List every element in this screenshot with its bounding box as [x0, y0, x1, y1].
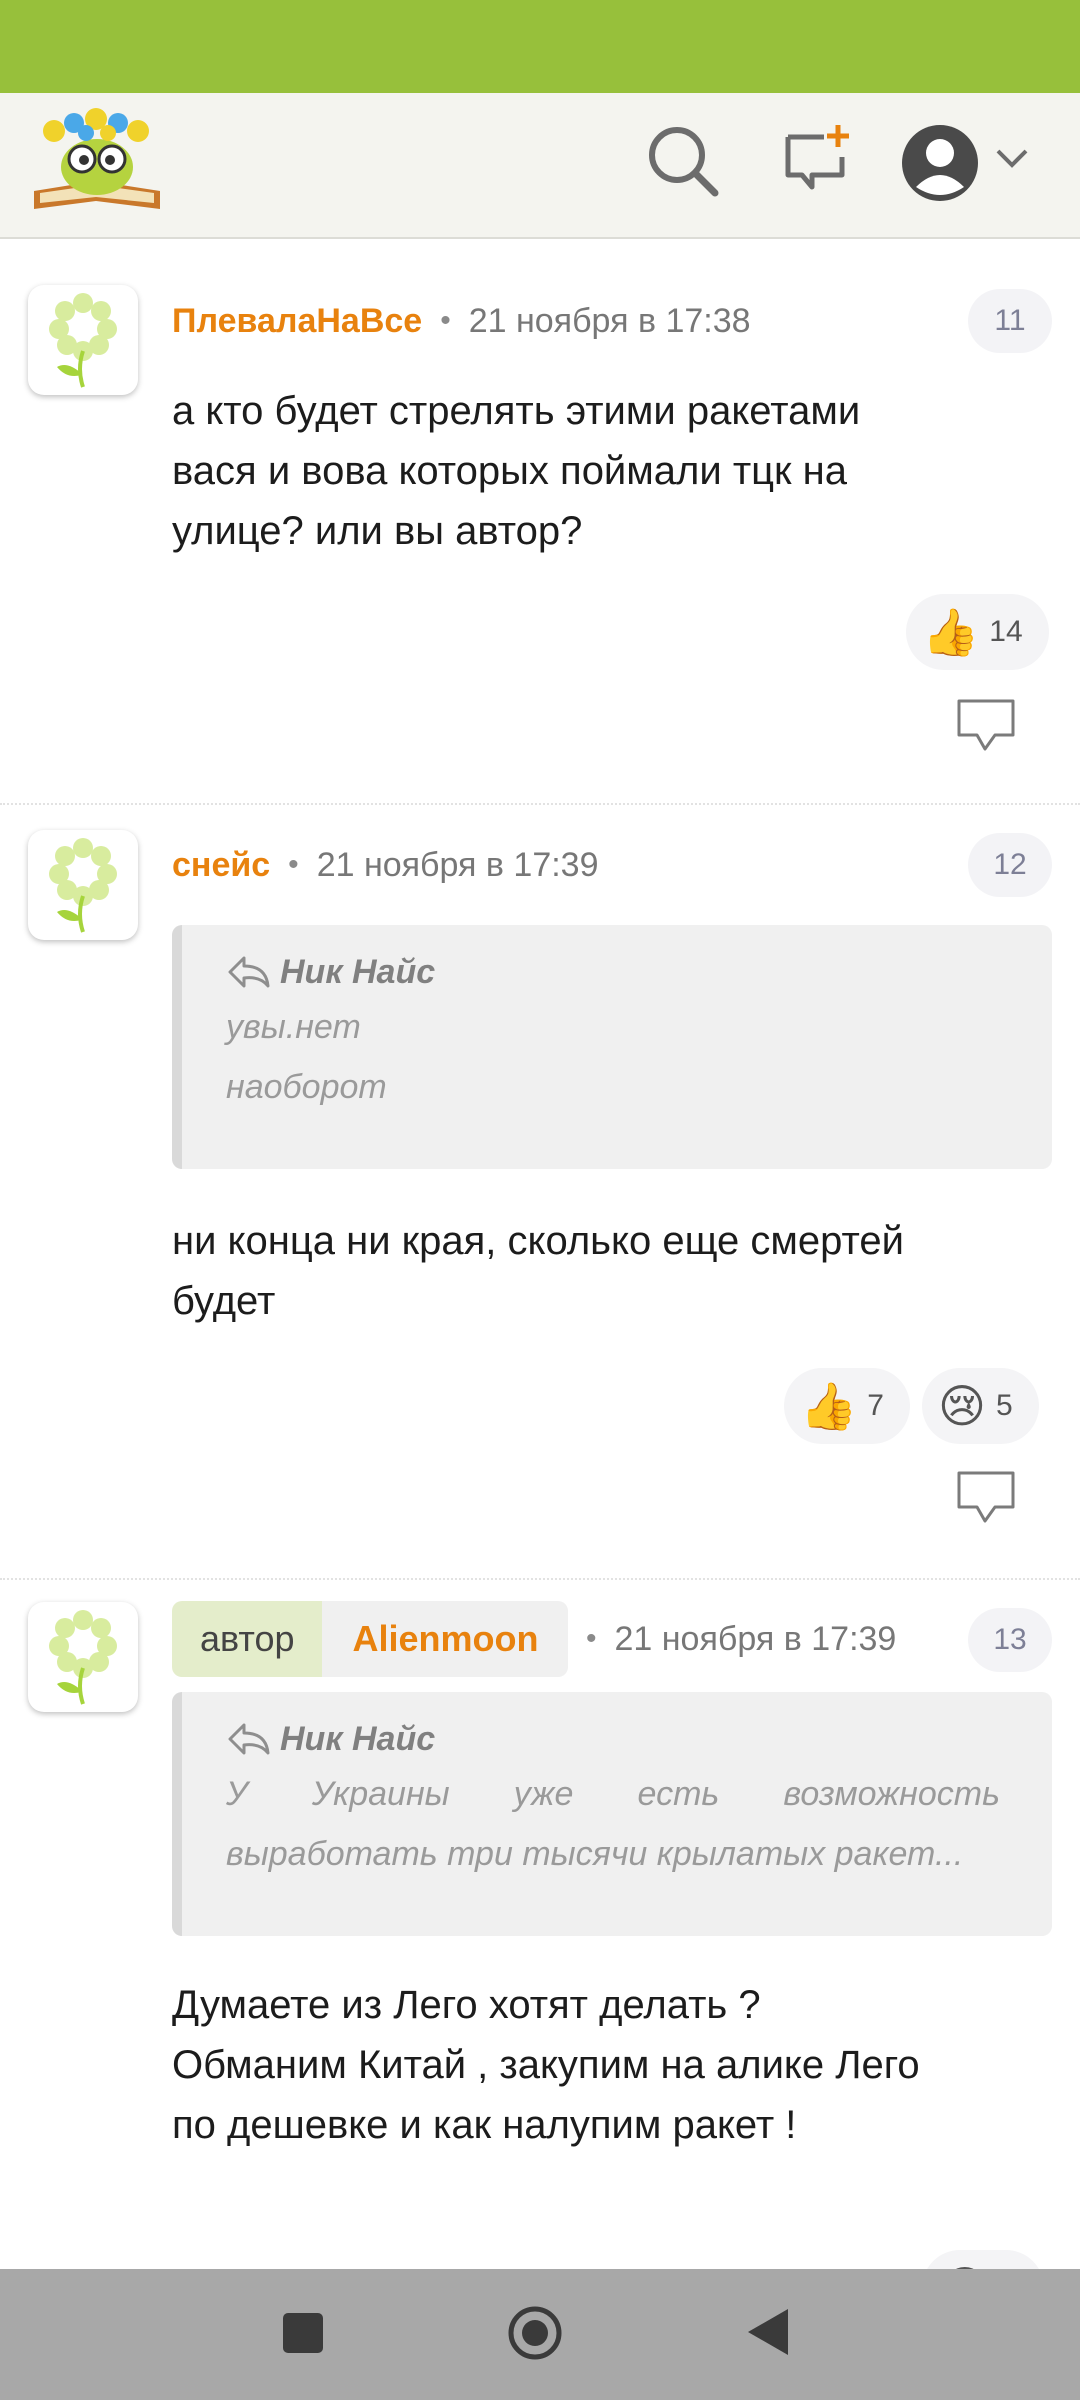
app-header [0, 93, 1080, 239]
quote-author: Ник Найс [226, 947, 1052, 997]
user-avatar-icon[interactable] [900, 123, 990, 203]
comment: автор Alienmoon • 21 ноября в 17:39 13 Н… [0, 1580, 1080, 2269]
quote-line: У Украины уже есть возможность [226, 1775, 1000, 1813]
author-badge[interactable]: автор Alienmoon [172, 1601, 569, 1677]
site-logo[interactable] [30, 107, 164, 217]
timestamp[interactable]: 21 ноября в 17:39 [615, 1620, 897, 1659]
quoted-reply[interactable]: Ник Найс У Украины уже есть возможность … [172, 1692, 1052, 1936]
reply-icon[interactable] [955, 697, 1017, 755]
quote-line: выработать три тысячи крылатых ракет... [226, 1835, 964, 1873]
thumbs-up-icon: 👍 [800, 1380, 858, 1432]
comment: снейс • 21 ноября в 17:39 12 Ник Найс ув… [0, 805, 1080, 1580]
author-name[interactable]: снейс [172, 846, 270, 885]
comment-meta: ПлевалаНаВсе • 21 ноября в 17:38 [172, 296, 751, 346]
comment-feed: ПлевалаНаВсе • 21 ноября в 17:38 11 а кт… [0, 239, 1080, 2269]
author-name[interactable]: ПлевалаНаВсе [172, 302, 422, 341]
avatar[interactable] [28, 1602, 138, 1712]
comment-text: а кто будет стрелять этими ракетами вася… [172, 389, 861, 553]
flower-icon [49, 293, 117, 388]
thumbs-up-icon: 👍 [922, 606, 980, 658]
home-icon[interactable] [507, 2305, 563, 2361]
comment-number[interactable]: 13 [968, 1608, 1052, 1672]
comment-text: Думаете из Лего хотят делать ? Обманим К… [172, 1983, 920, 2147]
reaction-button[interactable]: 😢 5 [922, 1368, 1039, 1444]
separator-dot: • [586, 1622, 597, 1655]
author-role-label: автор [172, 1601, 323, 1677]
new-post-icon[interactable] [780, 123, 852, 195]
timestamp[interactable]: 21 ноября в 17:38 [469, 302, 751, 341]
quote-author: Ник Найс [226, 1714, 1052, 1764]
flower-icon [49, 838, 117, 933]
back-icon[interactable] [748, 2309, 788, 2355]
comment-number[interactable]: 12 [968, 833, 1052, 897]
reply-icon[interactable] [955, 1469, 1017, 1527]
reaction-button[interactable]: 😂 7 [922, 2250, 1045, 2269]
timestamp[interactable]: 21 ноября в 17:39 [317, 846, 599, 885]
separator-dot: • [288, 848, 299, 881]
reaction-count: 5 [995, 1389, 1013, 1422]
quoted-reply[interactable]: Ник Найс увы.нет наоборот [172, 925, 1052, 1169]
avatar[interactable] [28, 285, 138, 395]
reaction-button[interactable]: 👍 7 [784, 1368, 910, 1444]
system-nav-bar [0, 2269, 1080, 2400]
avatar[interactable] [28, 830, 138, 940]
comment-text: ни конца ни края, сколько еще смертей бу… [172, 1219, 904, 1323]
separator-dot: • [440, 304, 451, 337]
status-bar [0, 0, 1080, 93]
comment-meta: снейс • 21 ноября в 17:39 [172, 840, 599, 890]
reply-arrow-icon [228, 1723, 270, 1755]
reaction-count: 7 [867, 1389, 884, 1422]
reaction-button[interactable]: 👍 14 [906, 594, 1049, 670]
chevron-down-icon[interactable] [995, 147, 1029, 171]
flower-icon [49, 1610, 117, 1705]
crying-face-icon: 😢 [938, 1380, 986, 1432]
comment: ПлевалаНаВсе • 21 ноября в 17:38 11 а кт… [0, 239, 1080, 805]
quote-line: наоборот [226, 1068, 387, 1106]
recents-icon[interactable] [283, 2313, 323, 2353]
search-icon[interactable] [645, 123, 721, 199]
reply-arrow-icon [228, 956, 270, 988]
quote-line: увы.нет [226, 1008, 361, 1046]
comment-number[interactable]: 11 [968, 289, 1052, 353]
reaction-count: 14 [989, 615, 1023, 648]
comment-meta: • 21 ноября в 17:39 [586, 1614, 916, 1664]
author-name: Alienmoon [322, 1601, 569, 1677]
